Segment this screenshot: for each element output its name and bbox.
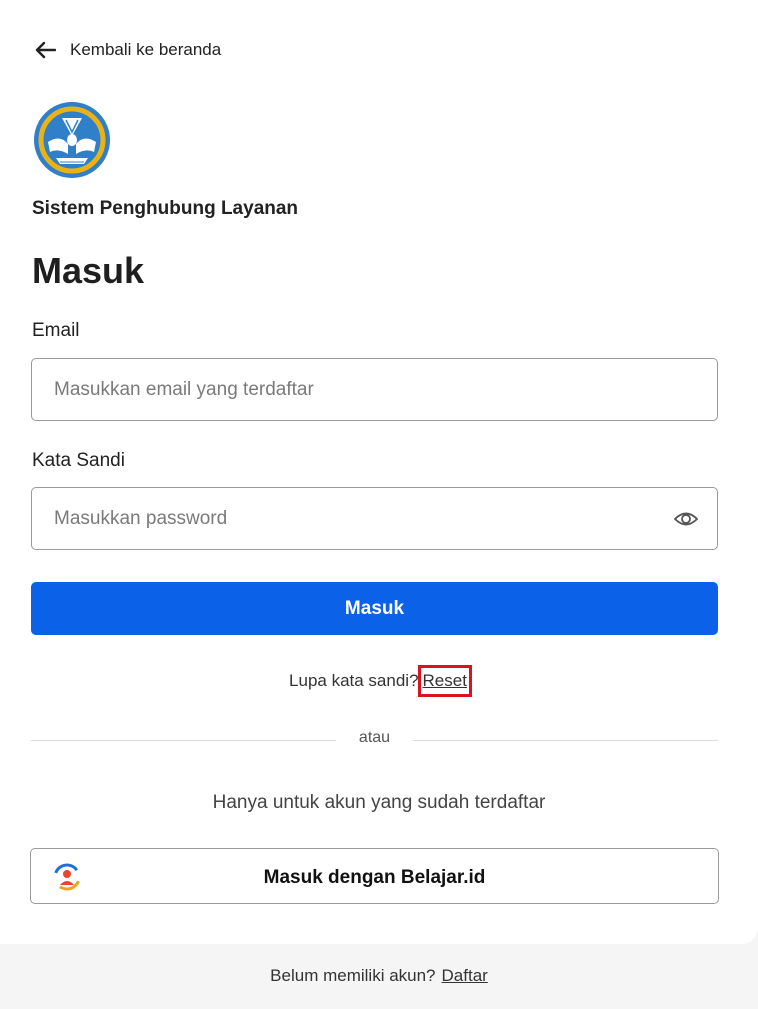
reset-password-link[interactable]: Reset [417, 665, 472, 697]
app-name: Sistem Penghubung Layanan [32, 198, 299, 219]
email-label: Email [32, 320, 80, 341]
arrow-left-icon [35, 41, 56, 59]
divider-line-right [413, 740, 718, 741]
forgot-password-row: Lupa kata sandi? Reset [0, 665, 758, 697]
register-prompt: Belum memiliki akun? [270, 966, 436, 985]
sso-note: Hanya untuk akun yang sudah terdaftar [212, 792, 546, 813]
page-title: Masuk [32, 250, 145, 291]
back-link-label: Kembali ke beranda [70, 40, 222, 59]
belajar-id-login-button[interactable]: Masuk dengan Belajar.id [30, 848, 719, 904]
password-label: Kata Sandi [32, 450, 125, 471]
email-field[interactable] [54, 359, 654, 420]
divider-text: atau [358, 729, 391, 746]
register-link[interactable]: Daftar [442, 966, 488, 985]
login-submit-button[interactable]: Masuk [31, 582, 718, 635]
password-field[interactable] [54, 488, 654, 549]
eye-icon[interactable] [673, 508, 699, 530]
password-field-wrapper [31, 487, 718, 550]
email-field-wrapper [31, 358, 718, 421]
or-divider: atau [31, 729, 718, 751]
belajar-id-button-label: Masuk dengan Belajar.id [263, 867, 486, 888]
back-to-home-link[interactable]: Kembali ke beranda [34, 40, 221, 60]
login-card: Kembali ke beranda Sistem Penghubung Lay… [0, 0, 758, 944]
register-footer: Belum memiliki akun? Daftar [0, 966, 758, 986]
forgot-password-text: Lupa kata sandi? [289, 671, 419, 690]
tut-wuri-handayani-logo [34, 102, 110, 178]
